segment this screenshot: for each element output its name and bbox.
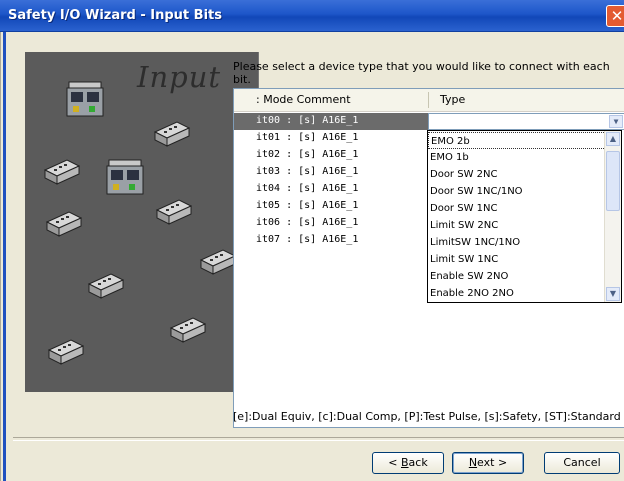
dropdown-option[interactable]: Door SW 1NC/1NO	[428, 183, 606, 200]
dropdown-scrollbar[interactable]: ▲ ▼	[604, 131, 621, 302]
bit-label: it01 : [s] A16E_1	[256, 132, 359, 143]
scroll-thumb[interactable]	[606, 151, 620, 211]
dropdown-option[interactable]: Limit SW 2NC	[428, 217, 606, 234]
window-title: Safety I/O Wizard - Input Bits	[8, 8, 222, 23]
dropdown-option[interactable]: Door SW 2NC	[428, 166, 606, 183]
bit-label: it03 : [s] A16E_1	[256, 166, 359, 177]
dropdown-option[interactable]: Enable SW 2NO	[428, 268, 606, 285]
bit-label: it02 : [s] A16E_1	[256, 149, 359, 160]
bit-label: it00 : [s] A16E_1	[256, 115, 359, 126]
bit-label: it06 : [s] A16E_1	[256, 217, 359, 228]
scroll-down-icon[interactable]: ▼	[606, 287, 620, 301]
column-header-comment[interactable]: : Mode Comment	[256, 93, 351, 106]
next-accelerator: N	[468, 456, 478, 469]
bit-label: it07 : [s] A16E_1	[256, 234, 359, 245]
title-bar: Safety I/O Wizard - Input Bits ✕	[0, 0, 624, 32]
device-illustrations	[44, 81, 236, 365]
bit-label: it04 : [s] A16E_1	[256, 183, 359, 194]
module-device-icon	[200, 249, 236, 275]
dropdown-option[interactable]: Enable 2NO 2NO	[428, 285, 606, 302]
window-frame-left	[3, 32, 6, 481]
dropdown-option[interactable]: EMO 1b	[428, 149, 606, 166]
module-device-icon	[46, 211, 82, 237]
module-device-icon	[44, 159, 80, 185]
module-device-icon	[154, 121, 190, 147]
scroll-up-icon[interactable]: ▲	[606, 132, 620, 146]
close-button[interactable]: ✕	[606, 5, 624, 27]
type-combobox[interactable]: ▼	[428, 113, 624, 130]
type-dropdown-list[interactable]: EMO 2b EMO 1b Door SW 2NC Door SW 1NC/1N…	[427, 130, 622, 303]
module-device-icon	[170, 317, 206, 343]
dropdown-option[interactable]: Door SW 1NC	[428, 200, 606, 217]
separator-line	[13, 437, 624, 441]
chevron-down-icon[interactable]: ▼	[609, 115, 623, 128]
instruction-text: Please select a device type that you wou…	[233, 60, 610, 86]
column-divider[interactable]	[428, 92, 429, 108]
back-label: ack	[408, 456, 428, 469]
next-label: ext >	[477, 456, 508, 469]
bit-label: it05 : [s] A16E_1	[256, 200, 359, 211]
legend-text: [e]:Dual Equiv, [c]:Dual Comp, [P]:Test …	[233, 410, 621, 423]
back-button[interactable]: < Back	[372, 452, 444, 474]
module-device-icon	[88, 273, 124, 299]
controller-device-icon	[66, 81, 104, 117]
dropdown-option[interactable]: EMO 2b	[428, 132, 606, 149]
list-header: : Mode Comment Type	[234, 89, 624, 112]
wizard-image-panel: Input	[25, 52, 259, 392]
back-accelerator: B	[401, 456, 409, 469]
column-header-type[interactable]: Type	[440, 93, 465, 106]
module-device-icon	[48, 339, 84, 365]
list-row-selected[interactable]: it00 : [s] A16E_1 ▼	[234, 113, 624, 130]
module-device-icon	[156, 199, 192, 225]
cancel-button[interactable]: Cancel	[544, 452, 620, 474]
dropdown-option[interactable]: Limit SW 1NC	[428, 251, 606, 268]
dropdown-option[interactable]: LimitSW 1NC/1NO	[428, 234, 606, 251]
controller-device-icon	[106, 159, 144, 195]
next-button[interactable]: Next >	[452, 452, 524, 474]
back-prefix: <	[388, 456, 401, 469]
